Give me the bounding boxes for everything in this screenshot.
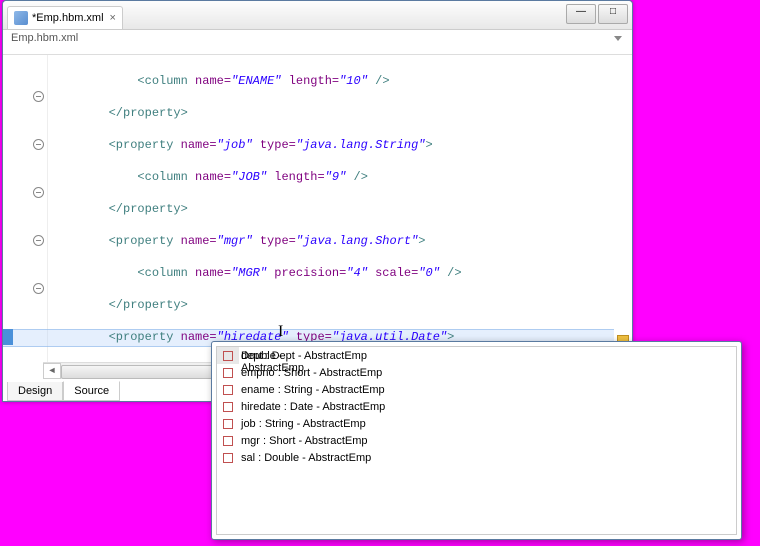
code-area[interactable]: <column name="ENAME" length="10" /> </pr… bbox=[47, 55, 614, 373]
close-icon[interactable]: × bbox=[110, 12, 116, 24]
titlebar: *Emp.hbm.xml × — □ bbox=[3, 1, 632, 30]
file-icon bbox=[14, 11, 28, 25]
property-icon bbox=[223, 385, 233, 395]
property-icon bbox=[223, 419, 233, 429]
fold-icon[interactable] bbox=[33, 139, 44, 150]
property-icon bbox=[223, 351, 233, 361]
property-icon bbox=[223, 453, 233, 463]
property-icon bbox=[223, 368, 233, 378]
bottom-tabs: Design Source bbox=[3, 379, 120, 401]
tab-source[interactable]: Source bbox=[63, 381, 120, 401]
code-editor[interactable]: <column name="ENAME" length="10" /> </pr… bbox=[3, 55, 632, 373]
fold-icon[interactable] bbox=[33, 187, 44, 198]
autocomplete-item[interactable]: job : String - AbstractEmp bbox=[217, 415, 736, 432]
tab-title: *Emp.hbm.xml bbox=[32, 12, 104, 24]
autocomplete-item[interactable]: sal : Double - AbstractEmp bbox=[217, 449, 736, 466]
text-cursor-icon: I bbox=[278, 323, 283, 341]
fold-icon[interactable] bbox=[33, 91, 44, 102]
property-icon bbox=[223, 436, 233, 446]
gutter bbox=[3, 55, 48, 373]
minimize-button[interactable]: — bbox=[566, 4, 596, 24]
maximize-button[interactable]: □ bbox=[598, 4, 628, 24]
scroll-left-icon[interactable]: ◄ bbox=[43, 363, 61, 379]
breadcrumb[interactable]: Emp.hbm.xml bbox=[3, 30, 632, 55]
autocomplete-item[interactable]: mgr : Short - AbstractEmp bbox=[217, 432, 736, 449]
autocomplete-item[interactable]: hiredate : Date - AbstractEmp bbox=[217, 398, 736, 415]
autocomplete-item[interactable]: ename : String - AbstractEmp bbox=[217, 381, 736, 398]
fold-icon[interactable] bbox=[33, 283, 44, 294]
autocomplete-list[interactable]: comm : Double - AbstractEmp dept : Dept … bbox=[216, 346, 737, 535]
file-tab[interactable]: *Emp.hbm.xml × bbox=[7, 6, 123, 29]
line-selection-marker bbox=[3, 329, 13, 345]
tab-design[interactable]: Design bbox=[7, 382, 63, 401]
autocomplete-item[interactable]: comm : Double - AbstractEmp bbox=[217, 347, 239, 364]
chevron-down-icon[interactable] bbox=[614, 36, 622, 41]
fold-icon[interactable] bbox=[33, 235, 44, 246]
property-icon bbox=[223, 402, 233, 412]
autocomplete-popup: comm : Double - AbstractEmp dept : Dept … bbox=[211, 341, 742, 540]
